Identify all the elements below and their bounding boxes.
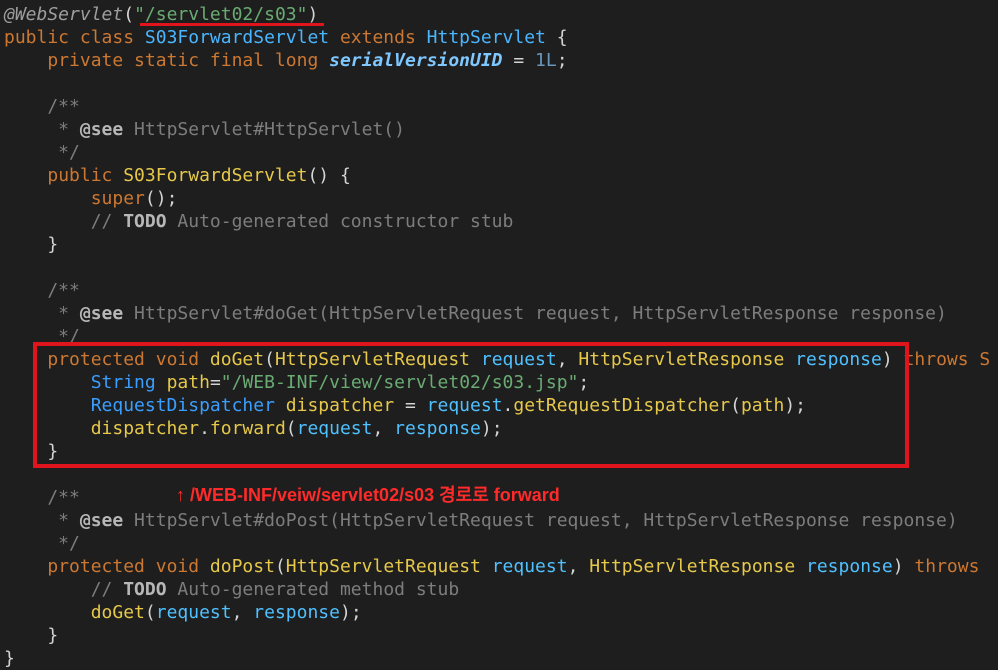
code-line-27: doGet(request, response); bbox=[90, 602, 362, 623]
code-line-11: } bbox=[4, 234, 59, 255]
code-line-14: * @see HttpServlet#doGet(HttpServletRequ… bbox=[4, 303, 947, 324]
code-line-26: // TODO Auto-generated method stub bbox=[4, 579, 460, 600]
code-line-13: /** bbox=[4, 280, 80, 301]
code-line-6: * @see HttpServlet#HttpServlet() bbox=[4, 119, 405, 140]
code-line-2: public class S03ForwardServlet extends H… bbox=[4, 27, 568, 48]
code-line-10: // TODO Auto-generated constructor stub bbox=[4, 211, 514, 232]
code-line-7: */ bbox=[4, 142, 80, 163]
code-line-3: private static final long serialVersionU… bbox=[47, 50, 568, 71]
path-underline-highlight bbox=[140, 23, 324, 26]
code-line-29: } bbox=[4, 648, 15, 669]
code-line-9: super(); bbox=[90, 188, 178, 209]
code-line-8: public S03ForwardServlet() { bbox=[47, 165, 351, 186]
forward-annotation-note: ↑ /WEB-INF/veiw/servlet02/s03 경로로 forwar… bbox=[176, 485, 560, 505]
code-line-24: */ bbox=[4, 533, 80, 554]
code-editor[interactable]: @WebServlet("/servlet02/s03") public cla… bbox=[0, 0, 998, 670]
code-line-28: } bbox=[4, 625, 59, 646]
code-line-5: /** bbox=[4, 96, 80, 117]
code-line-25: protected void doPost(HttpServletRequest… bbox=[47, 556, 980, 577]
doget-highlight-box bbox=[33, 342, 909, 468]
servlet-path-string: "/servlet02/s03" bbox=[134, 4, 308, 25]
code-line-22: /** bbox=[4, 487, 80, 508]
code-line-23: * @see HttpServlet#doPost(HttpServletReq… bbox=[4, 510, 958, 531]
